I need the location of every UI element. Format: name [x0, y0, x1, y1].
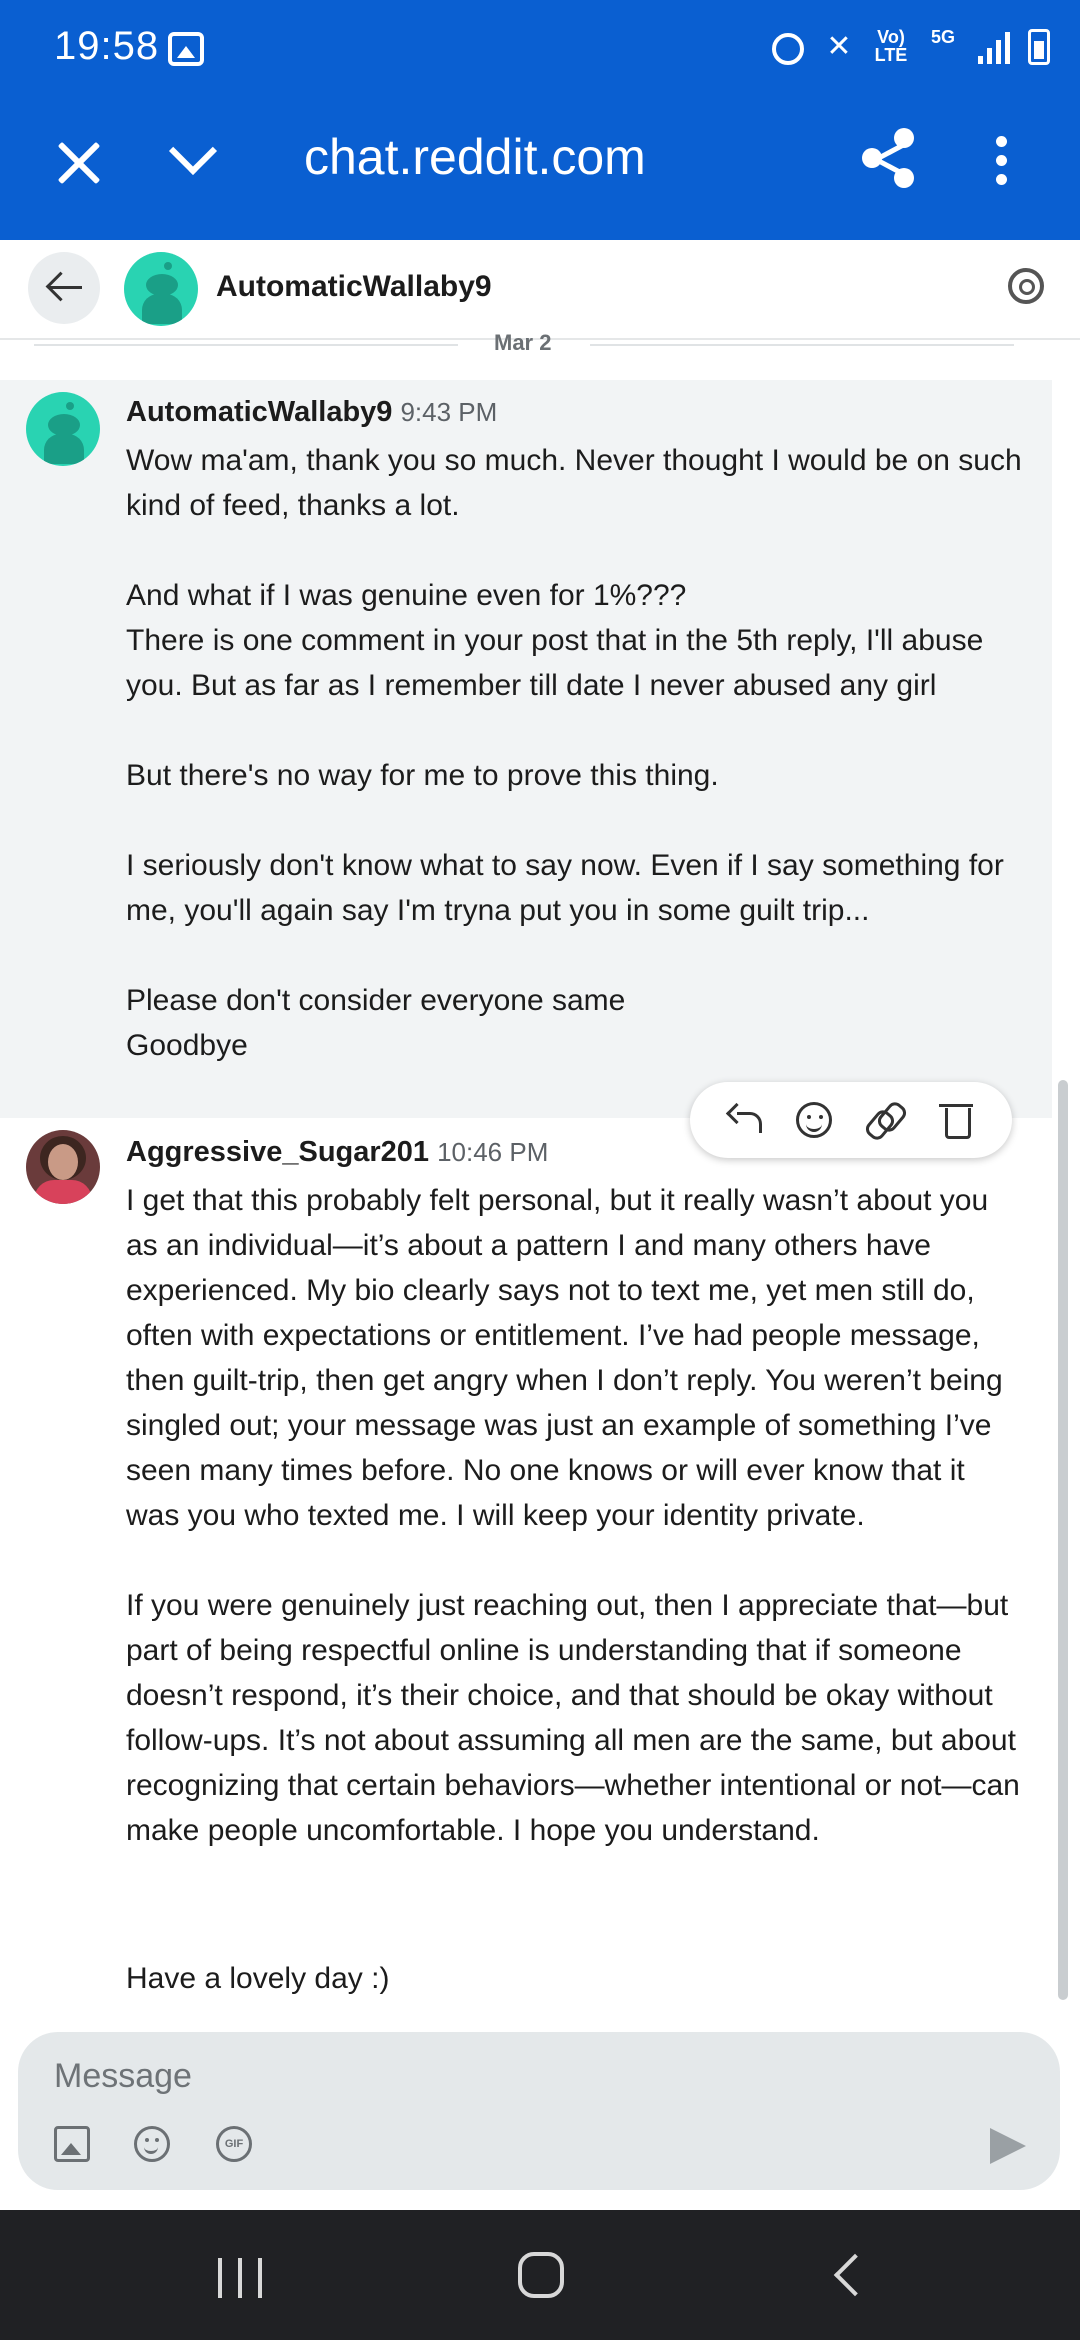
- emoji-reaction-icon[interactable]: [796, 1102, 833, 1138]
- composer: GIF: [18, 2032, 1060, 2190]
- message[interactable]: Aggressive_Sugar201 10:46 PM I get that t…: [0, 1118, 1052, 2018]
- chat-header: AutomaticWallaby9: [0, 240, 1080, 340]
- emoji-icon[interactable]: [134, 2126, 170, 2162]
- message-time: 9:43 PM: [400, 397, 498, 427]
- reply-icon[interactable]: [723, 1098, 767, 1142]
- close-icon[interactable]: [56, 140, 102, 186]
- avatar[interactable]: [26, 1130, 100, 1204]
- avatar[interactable]: [26, 392, 100, 466]
- scrollbar[interactable]: [1058, 1080, 1068, 2000]
- message[interactable]: AutomaticWallaby9 9:43 PM Wow ma'am, than…: [0, 380, 1052, 1118]
- gif-icon[interactable]: GIF: [216, 2126, 252, 2162]
- message-body: I get that this probably felt personal, …: [126, 1184, 1020, 1847]
- message-input[interactable]: [54, 2050, 954, 2102]
- share-icon[interactable]: [862, 128, 918, 188]
- status-time: 19:58: [54, 24, 160, 68]
- message-meta: Aggressive_Sugar201 10:46 PM: [126, 1136, 548, 1169]
- status-bar: 19:58 ✕ Vo) LTE 5G: [0, 0, 1080, 100]
- url-text[interactable]: chat.reddit.com: [304, 128, 646, 186]
- message-time: 10:46 PM: [437, 1137, 549, 1167]
- avatar[interactable]: [124, 252, 198, 326]
- system-nav-bar: [0, 2210, 1080, 2340]
- mute-icon: ✕: [826, 30, 852, 63]
- alarm-icon: [772, 33, 804, 65]
- status-icons: ✕ Vo) LTE 5G: [772, 28, 1050, 66]
- send-icon[interactable]: [990, 2128, 1026, 2164]
- more-options-icon[interactable]: [996, 136, 1008, 186]
- back-icon[interactable]: [833, 2253, 877, 2297]
- volte-icon: Vo) LTE: [874, 27, 908, 65]
- chat-title[interactable]: AutomaticWallaby9: [216, 270, 492, 304]
- recents-icon[interactable]: [218, 2258, 262, 2298]
- composer-area: GIF: [0, 2020, 1080, 2210]
- signal-icon: [978, 30, 1010, 64]
- date-label: Mar 2: [494, 330, 552, 355]
- message-body: Wow ma'am, thank you so much. Never thou…: [126, 444, 1022, 1062]
- gear-icon[interactable]: [1008, 268, 1044, 304]
- message-author[interactable]: AutomaticWallaby9: [126, 396, 392, 428]
- 5g-icon: 5G: [930, 27, 955, 47]
- link-icon[interactable]: [862, 1098, 906, 1142]
- home-icon[interactable]: [518, 2252, 564, 2298]
- trash-icon[interactable]: [935, 1098, 979, 1142]
- message-meta: AutomaticWallaby9 9:43 PM: [126, 396, 497, 429]
- message-author[interactable]: Aggressive_Sugar201: [126, 1136, 429, 1168]
- chevron-down-icon[interactable]: [168, 134, 218, 184]
- message-closing: Have a lovely day :): [126, 1962, 390, 1995]
- gallery-icon: [168, 32, 204, 66]
- date-divider: Mar 2: [34, 328, 1014, 364]
- image-icon[interactable]: [54, 2126, 90, 2162]
- message-actions: [690, 1082, 1012, 1158]
- battery-icon: [1028, 29, 1050, 65]
- browser-toolbar: chat.reddit.com: [0, 100, 1080, 240]
- back-button[interactable]: [28, 252, 100, 324]
